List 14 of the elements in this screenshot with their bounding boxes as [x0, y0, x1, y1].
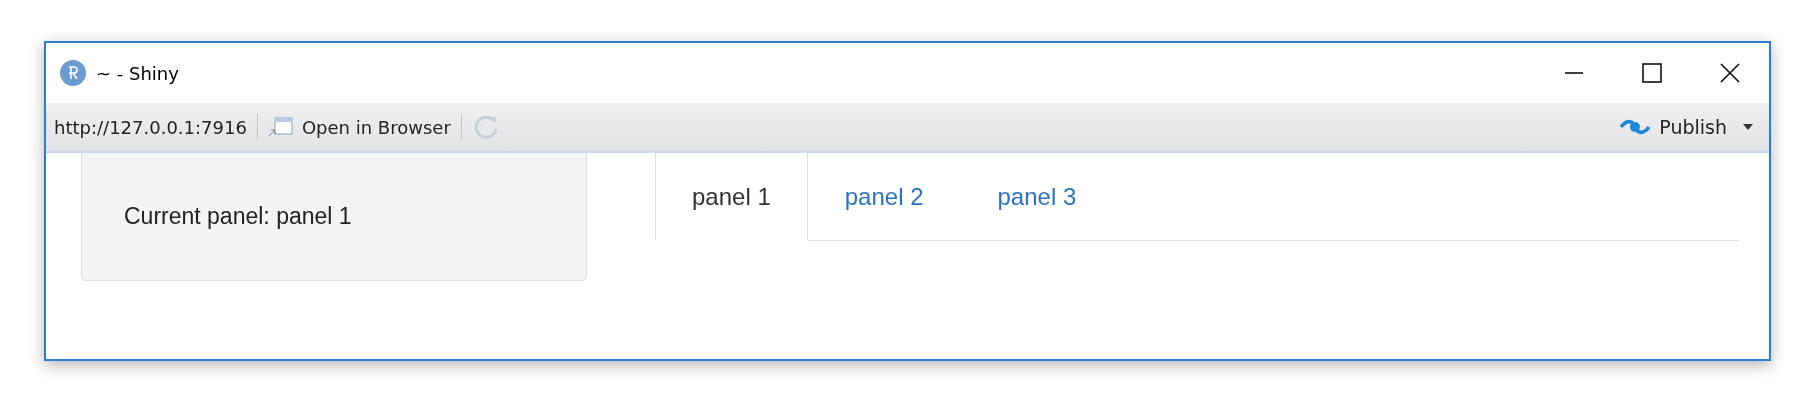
r-logo-icon: [60, 60, 86, 86]
maximize-icon: [1642, 63, 1662, 83]
open-in-browser-button[interactable]: Open in Browser: [267, 113, 451, 141]
window-title: ~ - Shiny: [96, 61, 179, 86]
current-panel-text: Current panel: panel 1: [81, 153, 587, 281]
url-text: http://127.0.0.1:7916: [54, 115, 247, 140]
panel-tab[interactable]: panel 3: [960, 153, 1114, 241]
close-icon: [1720, 63, 1740, 83]
publish-button[interactable]: Publish: [1619, 112, 1727, 142]
panel-tab[interactable]: panel 1: [655, 153, 808, 241]
panel-tab[interactable]: panel 2: [807, 153, 961, 241]
minimize-icon: [1564, 72, 1584, 74]
browser-window-icon: [267, 116, 294, 138]
dropdown-caret-icon[interactable]: [1743, 124, 1753, 130]
